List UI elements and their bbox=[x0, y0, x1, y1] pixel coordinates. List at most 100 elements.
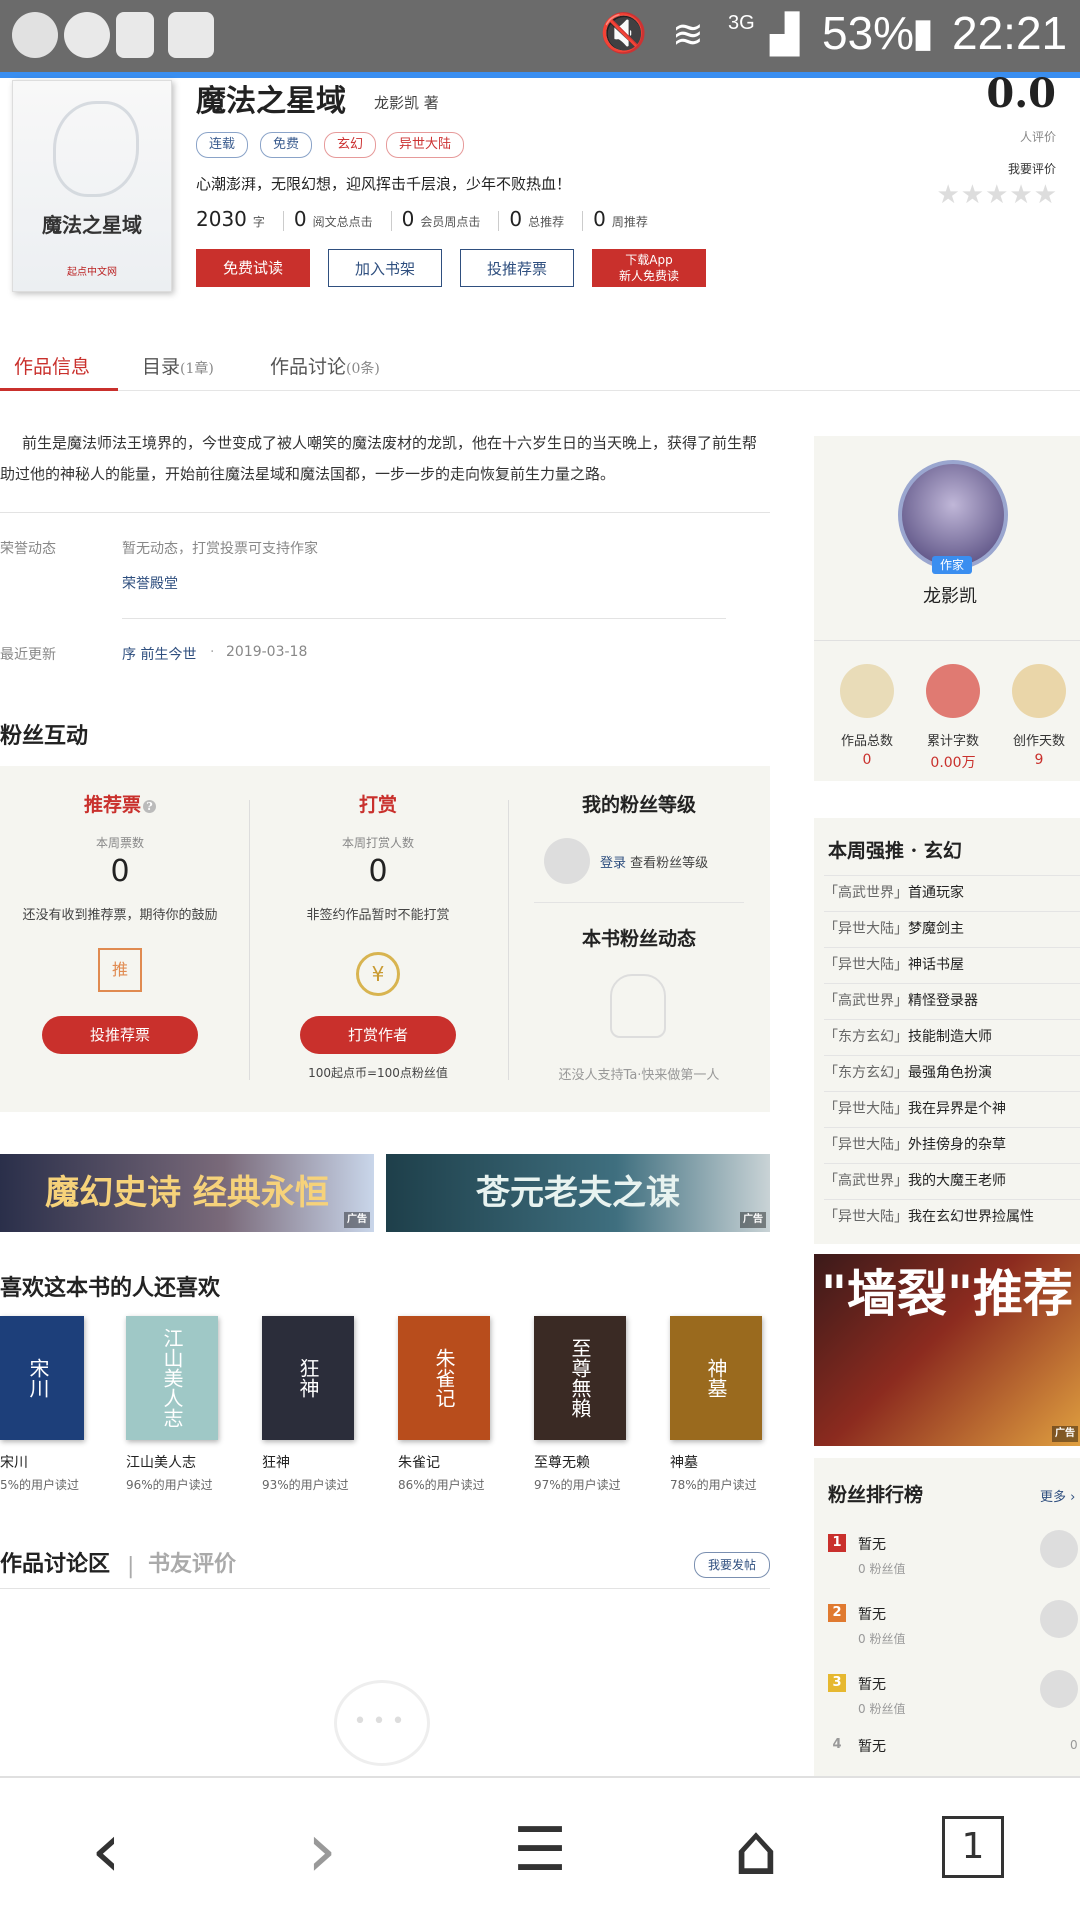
s-app-icon bbox=[168, 12, 214, 58]
similar-book-title[interactable]: 至尊无赖 bbox=[534, 1452, 590, 1472]
weekly-item-category: 「异世大陆」 bbox=[824, 921, 908, 937]
tip-count: 0 bbox=[368, 854, 388, 889]
fan-ranking-more-link[interactable]: 更多 › bbox=[1040, 1486, 1075, 1505]
home-button[interactable]: ⌂ bbox=[706, 1800, 806, 1900]
similar-book-cover[interactable]: 狂神 bbox=[262, 1316, 354, 1440]
days-value: 9 bbox=[1034, 752, 1044, 768]
weekly-item-category: 「东方玄幻」 bbox=[824, 1029, 908, 1045]
ad-banner-2[interactable]: 苍元老夫之谋 广告 bbox=[386, 1154, 770, 1232]
fan-level-login: 登录 查看粉丝等级 bbox=[600, 856, 709, 871]
stat-total-recommend: 0 bbox=[509, 207, 523, 231]
similar-book-cover[interactable]: 江山美人志 bbox=[126, 1316, 218, 1440]
weekly-recommend-item[interactable]: 「东方玄幻」最强角色扮演 bbox=[824, 1055, 1080, 1091]
reader-review-tab[interactable]: 书友评价 bbox=[148, 1546, 236, 1578]
coin-icon: ¥ bbox=[356, 952, 400, 996]
rank-fan-value: 0 粉丝值 bbox=[858, 1702, 906, 1716]
status-bar: 🔇 ≋ 3G ▟ 53% ▮ 22:21 bbox=[0, 0, 1080, 72]
weekly-recommend-item[interactable]: 「异世大陆」外挂傍身的杂草 bbox=[824, 1127, 1080, 1163]
weekly-item-category: 「高武世界」 bbox=[824, 993, 908, 1009]
rank-fan-value: 0 粉丝值 bbox=[858, 1632, 906, 1646]
weekly-recommend-item[interactable]: 「东方玄幻」技能制造大师 bbox=[824, 1019, 1080, 1055]
browser-app-icon bbox=[64, 12, 110, 58]
weekly-recommend-item[interactable]: 「高武世界」我的大魔王老师 bbox=[824, 1163, 1080, 1199]
days-label: 创作天数 bbox=[1012, 734, 1065, 749]
wifi-icon: ≋ bbox=[672, 14, 704, 56]
book-tagline: 心潮澎湃，无限幻想，迎风挥击千层浪，少年不败热血！ bbox=[196, 175, 572, 193]
similar-book-cover[interactable]: 宋川 bbox=[0, 1316, 84, 1440]
divider bbox=[0, 512, 770, 513]
weekly-item-title: 我在异界是个神 bbox=[908, 1101, 1006, 1117]
similar-book-cover[interactable]: 朱雀记 bbox=[398, 1316, 490, 1440]
fan-level-title: 我的粉丝等级 bbox=[581, 794, 696, 816]
honor-text: 暂无动态，打赏投票可支持作家 bbox=[122, 541, 318, 557]
weekly-item-title: 首通玩家 bbox=[908, 885, 964, 901]
vote-count: 0 bbox=[110, 854, 130, 889]
weekly-item-category: 「异世大陆」 bbox=[824, 1101, 908, 1117]
rank-user-name[interactable]: 暂无 bbox=[858, 1604, 886, 1624]
ticket-icon: 推 bbox=[98, 948, 142, 992]
works-value: 0 bbox=[862, 752, 872, 768]
rating-stars[interactable]: ★★★★★ bbox=[936, 180, 1058, 210]
words-value: 0.00万 bbox=[930, 755, 976, 771]
add-to-shelf-button[interactable]: 加入书架 bbox=[328, 249, 442, 287]
honor-hall-link[interactable]: 荣誉殿堂 bbox=[122, 573, 178, 593]
tag-free[interactable]: 免费 bbox=[260, 132, 313, 158]
weekly-recommend-item[interactable]: 「异世大陆」我在异界是个神 bbox=[824, 1091, 1080, 1127]
free-read-button[interactable]: 免费试读 bbox=[196, 249, 310, 287]
vote-recommend-button[interactable]: 投推荐票 bbox=[460, 249, 574, 287]
book-author[interactable]: 龙影凯 著 bbox=[374, 92, 439, 113]
similar-book-title[interactable]: 江山美人志 bbox=[126, 1452, 196, 1472]
weekly-recommend-item[interactable]: 「高武世界」首通玩家 bbox=[824, 875, 1080, 911]
tabs-button[interactable]: 1 bbox=[922, 1800, 1022, 1900]
latest-chapter-link[interactable]: 序 前生今世 bbox=[122, 644, 196, 664]
download-app-button[interactable]: 下载App 新人免费读 bbox=[592, 249, 706, 287]
similar-book-title[interactable]: 朱雀记 bbox=[398, 1452, 440, 1472]
similar-book-title[interactable]: 狂神 bbox=[262, 1452, 290, 1472]
book-cover[interactable]: 魔法之星域 起点中文网 bbox=[12, 80, 172, 292]
tip-author-button[interactable]: 打赏作者 bbox=[300, 1016, 456, 1054]
stat-week-recommend: 0 bbox=[593, 207, 606, 231]
weekly-recommend-item[interactable]: 「异世大陆」神话书屋 bbox=[824, 947, 1080, 983]
vote-week-label: 本周票数 bbox=[95, 836, 144, 850]
similar-book-cover[interactable]: 神墓 bbox=[670, 1316, 762, 1440]
tab-catalog[interactable]: 目录(1章) bbox=[142, 352, 214, 379]
tip-rate-note: 100起点币=100点粉丝值 bbox=[308, 1066, 448, 1080]
login-link[interactable]: 登录 bbox=[600, 856, 626, 871]
vote-ticket-button[interactable]: 投推荐票 bbox=[42, 1016, 198, 1054]
new-post-button[interactable]: 我要发帖 bbox=[694, 1552, 770, 1578]
tag-fantasy[interactable]: 玄幻 bbox=[324, 132, 377, 158]
fan-dynamic-title: 本书粉丝动态 bbox=[581, 928, 696, 950]
tab-info[interactable]: 作品信息 bbox=[14, 352, 90, 379]
author-avatar[interactable] bbox=[898, 460, 1008, 570]
active-tab-indicator bbox=[0, 388, 118, 391]
author-name[interactable]: 龙影凯 bbox=[814, 582, 1080, 608]
hand-icon bbox=[610, 974, 666, 1038]
similar-book-cover[interactable]: 至尊無賴 bbox=[534, 1316, 626, 1440]
ad-banner-1[interactable]: 魔幻史诗 经典永恒 广告 bbox=[0, 1154, 374, 1232]
similar-book-title[interactable]: 神墓 bbox=[670, 1452, 698, 1472]
tag-otherworld[interactable]: 异世大陆 bbox=[386, 132, 465, 158]
tag-serial[interactable]: 连载 bbox=[196, 132, 249, 158]
rank-user-name[interactable]: 暂无 bbox=[858, 1674, 886, 1694]
divider bbox=[0, 1588, 770, 1589]
rank-number: 2 bbox=[828, 1604, 846, 1622]
vote-note: 还没有收到推荐票，期待你的鼓励 bbox=[22, 908, 218, 923]
rank-user-name[interactable]: 暂无 bbox=[858, 1736, 886, 1756]
menu-button[interactable]: ☰ bbox=[490, 1800, 590, 1900]
back-button[interactable]: ‹ bbox=[56, 1800, 156, 1900]
rank-user-name[interactable]: 暂无 bbox=[858, 1534, 886, 1554]
book-stats: 2030 字 0 阅文总点击 0 会员周点击 0 总推荐 0 周推荐 bbox=[196, 207, 648, 231]
promo-banner[interactable]: "墙裂"推荐 广告 bbox=[814, 1254, 1080, 1446]
weekly-recommend-item[interactable]: 「异世大陆」梦魔剑主 bbox=[824, 911, 1080, 947]
forward-button[interactable]: › bbox=[272, 1800, 372, 1900]
update-date: 2019-03-18 bbox=[226, 644, 308, 660]
similar-book-title[interactable]: 宋川 bbox=[0, 1452, 28, 1472]
dragon-illustration bbox=[53, 101, 139, 197]
help-icon[interactable]: ? bbox=[143, 799, 156, 813]
book-title: 魔法之星域 bbox=[196, 84, 346, 119]
discussion-title[interactable]: 作品讨论区 bbox=[0, 1546, 110, 1578]
column-divider bbox=[508, 800, 509, 1080]
weekly-recommend-item[interactable]: 「异世大陆」我在玄幻世界捡属性 bbox=[824, 1199, 1080, 1235]
tab-discussion[interactable]: 作品讨论(0条) bbox=[270, 352, 380, 379]
weekly-recommend-item[interactable]: 「高武世界」精怪登录器 bbox=[824, 983, 1080, 1019]
